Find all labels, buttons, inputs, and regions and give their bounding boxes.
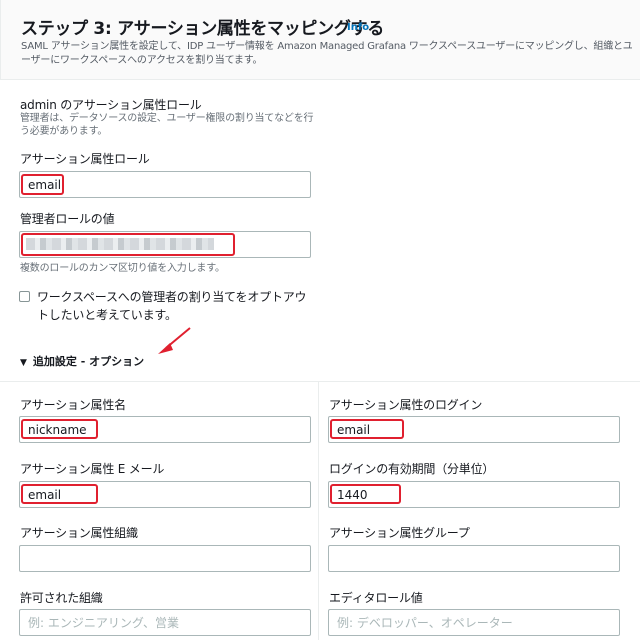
redacted-value [26,238,214,250]
login-validity-input[interactable] [328,481,620,508]
assertion-name-input[interactable] [19,416,311,443]
assertion-login-input[interactable] [328,416,620,443]
assertion-role-input[interactable] [19,171,311,198]
allowed-orgs-input[interactable] [19,609,311,636]
editor-role-input[interactable] [328,609,620,636]
info-link[interactable]: Info [347,22,369,33]
assertion-email-input[interactable] [19,481,311,508]
login-validity-label: ログインの有効期間（分単位） [329,462,495,476]
assertion-groups-input[interactable] [328,545,620,572]
editor-role-label: エディタロール値 [329,591,423,605]
admin-section-description: 管理者は、データソースの設定、ユーザー権限の割り当てなどを行う必要があります。 [20,113,314,137]
annotation-arrow [158,327,191,354]
additional-settings-expander[interactable]: ▼ 追加設定 - オプション [20,353,144,369]
step-header: ステップ 3: アサーション属性をマッピングする Info SAML アサーショ… [0,0,640,80]
caret-down-icon: ▼ [20,358,27,368]
assertion-role-label: アサーション属性ロール [20,152,150,166]
additional-settings-label: 追加設定 - オプション [32,355,145,368]
assertion-groups-label: アサーション属性グループ [329,526,470,540]
optout-checkbox[interactable] [19,291,30,302]
assertion-login-label: アサーション属性のログイン [329,398,483,412]
admin-role-values-hint: 複数のロールのカンマ区切り値を入力します。 [20,263,225,274]
assertion-org-input[interactable] [19,545,311,572]
section-divider [0,381,640,382]
optout-checkbox-label: ワークスペースへの管理者の割り当てをオプトアウトしたいと考えています。 [37,290,307,322]
assertion-name-label: アサーション属性名 [20,398,126,412]
step-description: SAML アサーション属性を設定して、IDP ユーザー情報を Amazon Ma… [21,41,633,66]
allowed-orgs-label: 許可された組織 [20,591,103,605]
assertion-org-label: アサーション属性組織 [20,526,138,540]
admin-section-title: admin のアサーション属性ロール [20,98,202,112]
column-divider [318,381,319,640]
assertion-email-label: アサーション属性 E メール [20,462,165,476]
admin-role-values-label: 管理者ロールの値 [20,212,115,226]
page-title: ステップ 3: アサーション属性をマッピングする [21,19,384,39]
